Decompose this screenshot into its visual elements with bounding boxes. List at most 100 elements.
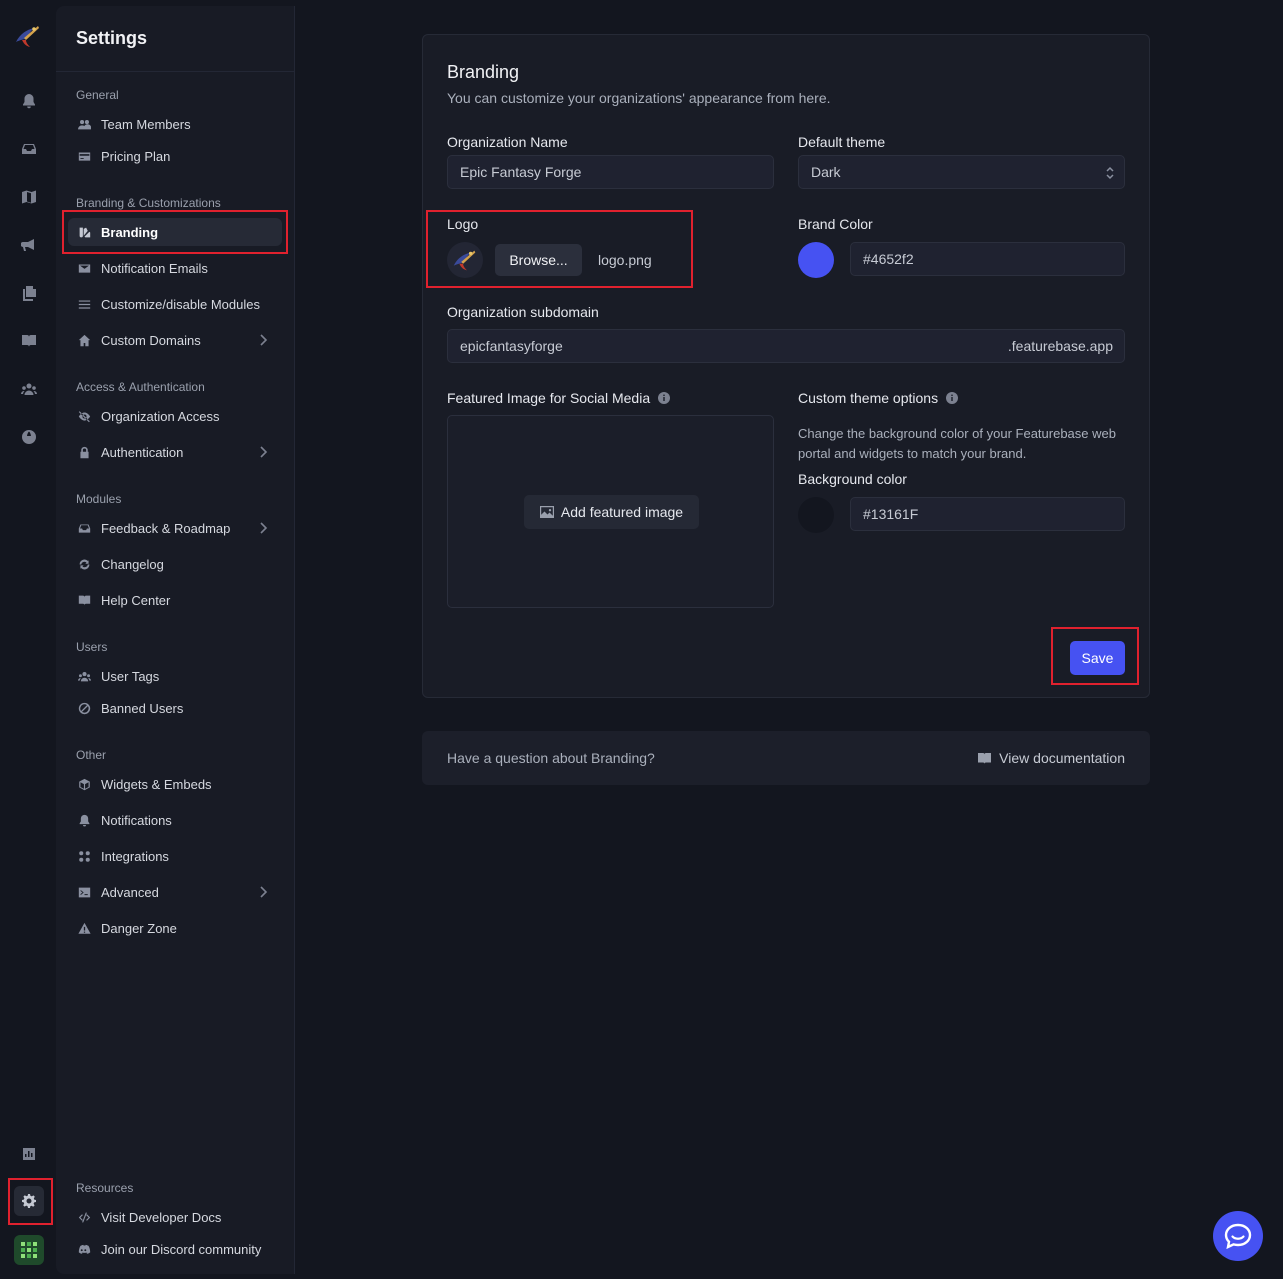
sidebar-item-advanced[interactable]: Advanced	[68, 878, 282, 906]
sidebar-title: Settings	[76, 28, 148, 48]
brand-color-input[interactable]: #4652f2	[850, 242, 1125, 276]
org-name-label: Organization Name	[447, 134, 568, 150]
logo-label: Logo	[447, 216, 479, 232]
book-icon	[978, 752, 992, 764]
sidebar-item-banned-users[interactable]: Banned Users	[68, 694, 282, 722]
section-branding: Branding & Customizations	[76, 196, 221, 210]
custom-theme-help: Change the background color of your Feat…	[798, 426, 1116, 461]
documents-icon[interactable]	[18, 282, 40, 304]
globe-icon[interactable]	[18, 426, 40, 448]
sidebar-item-notification-emails[interactable]: Notification Emails	[68, 254, 282, 282]
sidebar-item-integrations[interactable]: Integrations	[68, 842, 282, 870]
org-name-input[interactable]: Epic Fantasy Forge	[447, 155, 774, 189]
chevron-right-icon	[258, 522, 268, 534]
sidebar-item-team-members[interactable]: Team Members	[68, 110, 282, 138]
warning-icon	[77, 921, 91, 935]
settings-sidebar: Settings General Team Members Pricing Pl…	[56, 6, 295, 1274]
book-icon	[77, 593, 91, 607]
lock-icon	[77, 445, 91, 459]
subdomain-input[interactable]: epicfantasyforge .featurebase.app	[447, 329, 1125, 363]
brand-color-value: #4652f2	[863, 251, 914, 267]
bg-color-swatch[interactable]	[798, 497, 834, 533]
sidebar-item-label: Visit Developer Docs	[101, 1209, 222, 1225]
bg-color-input[interactable]: #13161F	[850, 497, 1125, 531]
sidebar-item-organization-access[interactable]: Organization Access	[68, 402, 282, 430]
users-icon	[77, 669, 91, 683]
map-icon[interactable]	[18, 186, 40, 208]
settings-button[interactable]	[14, 1186, 44, 1216]
app-logo[interactable]	[12, 20, 44, 52]
sidebar-item-help-center[interactable]: Help Center	[68, 586, 282, 614]
sidebar-item-label: User Tags	[101, 668, 160, 684]
sidebar-item-developer-docs[interactable]: Visit Developer Docs	[68, 1203, 282, 1231]
refresh-icon	[77, 557, 91, 571]
section-access: Access & Authentication	[76, 380, 205, 394]
chevron-right-icon	[258, 446, 268, 458]
chat-bubble-icon	[1224, 1223, 1252, 1249]
sidebar-item-pricing-plan[interactable]: Pricing Plan	[68, 142, 282, 170]
sidebar-item-label: Changelog	[101, 556, 164, 572]
sidebar-item-notifications[interactable]: Notifications	[68, 806, 282, 834]
inbox-icon[interactable]	[18, 138, 40, 160]
sidebar-item-label: Advanced	[101, 884, 159, 900]
custom-theme-label: Custom theme options	[798, 390, 959, 406]
theme-select[interactable]: Dark	[798, 155, 1125, 189]
megaphone-icon[interactable]	[18, 234, 40, 256]
sidebar-item-label: Banned Users	[101, 700, 184, 716]
sidebar-item-label: Integrations	[101, 848, 169, 864]
sidebar-item-danger-zone[interactable]: Danger Zone	[68, 914, 282, 942]
sidebar-item-widgets-embeds[interactable]: Widgets & Embeds	[68, 770, 282, 798]
logo-preview	[447, 242, 483, 278]
section-other: Other	[76, 748, 107, 762]
sidebar-item-user-tags[interactable]: User Tags	[68, 662, 282, 690]
envelope-icon	[77, 261, 91, 275]
sidebar-item-discord[interactable]: Join our Discord community	[68, 1235, 282, 1263]
analytics-icon[interactable]	[18, 1143, 40, 1165]
sidebar-item-customize-modules[interactable]: Customize/disable Modules	[68, 290, 282, 318]
users-icon[interactable]	[18, 378, 40, 400]
avatar[interactable]	[14, 1235, 44, 1265]
info-icon[interactable]	[658, 391, 671, 404]
docs-question: Have a question about Branding?	[447, 750, 655, 766]
sidebar-item-authentication[interactable]: Authentication	[68, 438, 282, 466]
sidebar-item-feedback-roadmap[interactable]: Feedback & Roadmap	[68, 514, 282, 542]
image-icon	[539, 506, 554, 518]
sidebar-item-label: Authentication	[101, 444, 184, 460]
sidebar-item-label: Help Center	[101, 592, 171, 608]
select-arrows-icon	[1106, 166, 1114, 180]
custom-theme-label-text: Custom theme options	[798, 390, 939, 406]
sidebar-item-branding[interactable]: Branding	[68, 218, 282, 246]
sidebar-item-label: Organization Access	[101, 408, 220, 424]
team-icon	[77, 117, 91, 131]
icon-rail	[0, 0, 56, 1279]
bell-icon	[77, 813, 91, 827]
brand-color-swatch[interactable]	[798, 242, 834, 278]
sidebar-item-changelog[interactable]: Changelog	[68, 550, 282, 578]
section-general: General	[76, 88, 119, 102]
sidebar-item-label: Join our Discord community	[101, 1241, 262, 1257]
sidebar-item-label: Feedback & Roadmap	[101, 520, 231, 536]
cube-icon	[77, 777, 91, 791]
chat-button[interactable]	[1213, 1211, 1263, 1261]
bg-color-value: #13161F	[863, 506, 919, 522]
subdomain-label: Organization subdomain	[447, 304, 599, 320]
view-documentation-link[interactable]: View documentation	[978, 750, 1125, 766]
bell-icon[interactable]	[18, 90, 40, 112]
terminal-icon	[77, 885, 91, 899]
sidebar-item-label: Notifications	[101, 812, 172, 828]
theme-value: Dark	[811, 164, 841, 180]
featured-image-dropzone[interactable]: Add featured image	[447, 415, 774, 608]
save-button[interactable]: Save	[1070, 641, 1125, 675]
add-featured-image-button[interactable]: Add featured image	[524, 495, 699, 529]
browse-button[interactable]: Browse...	[495, 244, 582, 276]
theme-label: Default theme	[798, 134, 886, 150]
info-icon[interactable]	[946, 391, 959, 404]
sidebar-item-label: Danger Zone	[101, 920, 177, 936]
org-name-value: Epic Fantasy Forge	[460, 164, 582, 180]
view-documentation-label: View documentation	[999, 750, 1125, 766]
sidebar-item-custom-domains[interactable]: Custom Domains	[68, 326, 282, 354]
book-icon[interactable]	[18, 330, 40, 352]
page-subtitle: You can customize your organizations' ap…	[447, 90, 831, 106]
grid-icon	[77, 849, 91, 863]
chevron-right-icon	[258, 886, 268, 898]
